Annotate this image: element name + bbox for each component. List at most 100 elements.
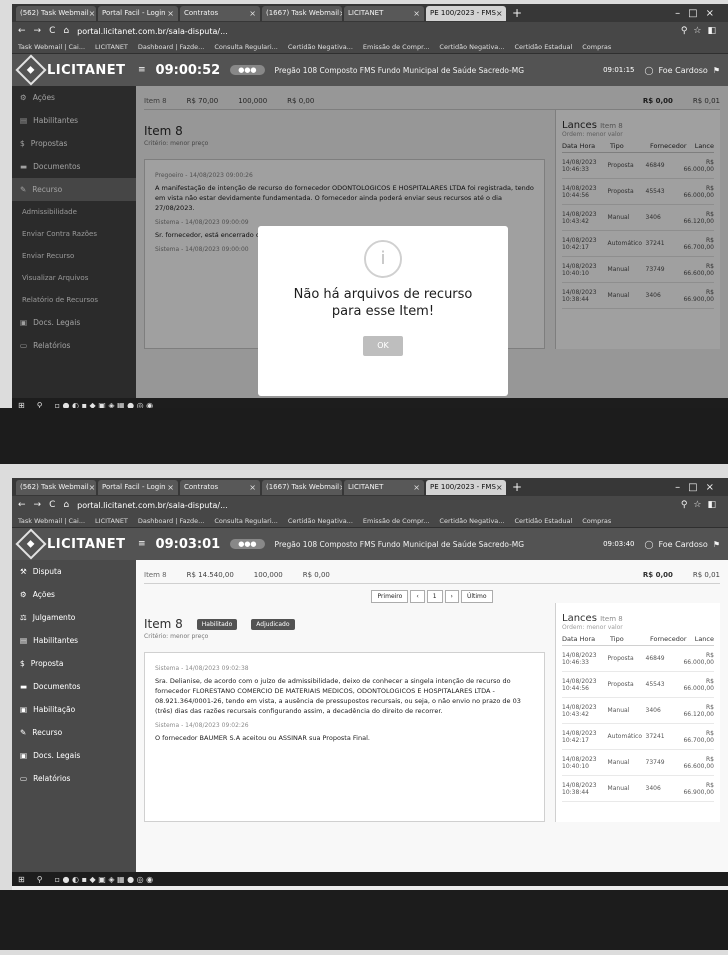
scale-icon: ⚖ [20,613,27,622]
browser-toolbar-icons[interactable]: ⚲☆◧ [681,500,722,510]
browser-tab[interactable]: (1667) Task Webmail× [262,5,342,21]
bookmark[interactable]: Consulta Regulari... [214,43,277,51]
bookmark[interactable]: Emissão de Compr... [363,43,429,51]
bookmark[interactable]: Task Webmail | Cai... [18,517,85,525]
search-icon[interactable]: ⚲ [37,401,43,409]
forward-icon[interactable]: → [34,26,42,36]
browser-tab-active[interactable]: PE 100/2023 - FMS × [426,479,506,495]
browser-tab[interactable]: Portal Facil - Login × [98,5,178,21]
user-icon: ◯ [644,539,654,549]
back-icon[interactable]: ← [18,26,26,36]
new-tab-icon[interactable]: + [512,6,522,20]
close-icon[interactable]: × [249,9,256,18]
browser-toolbar-icons[interactable]: ⚲☆◧ [681,26,722,36]
user-menu[interactable]: ◯ Foe Cardoso ⚑ [645,66,720,75]
table-row: 14/08/2023 10:42:17 Automático 37241 R$ 66.… [562,724,714,750]
bookmark[interactable]: Certidão Estadual [514,43,572,51]
tab-label: Portal Facil - Login [102,9,166,17]
home-icon[interactable]: ⌂ [63,26,69,36]
windows-start-icon[interactable]: ⊞ [18,875,25,884]
chat-messages[interactable]: Sistema - 14/08/2023 09:02:38 Sra. Delia… [144,652,545,822]
close-icon[interactable]: × [89,9,96,18]
bookmark[interactable]: Certidão Negativa... [288,43,353,51]
bookmark[interactable]: Task Webmail | Cai... [18,43,85,51]
bookmark[interactable]: Certidão Estadual [514,517,572,525]
url-field[interactable]: portal.licitanet.com.br/sala-disputa/... [77,27,228,36]
taskbar-apps[interactable]: ▫ ● ◐ ▪ ◆ ▣ ◈ ▦ ● ◎ ◉ [55,401,154,409]
pager-first-button[interactable]: Primeiro [371,590,409,603]
sidebar-item-julgamento[interactable]: ⚖ Julgamento [12,606,136,629]
bookmark[interactable]: Certidão Negativa... [288,517,353,525]
cell: Automático [607,733,642,740]
bookmark[interactable]: Dashboard | Fazde... [138,517,204,525]
session-timer: 09:03:01 [155,536,221,552]
window-controls[interactable]: –□× [675,8,728,19]
browser-tab[interactable]: Portal Facil - Login × [98,479,178,495]
cell: R$ 66.700,00 [683,729,714,744]
pager-page-button[interactable]: 1 [426,590,443,603]
reload-icon[interactable]: C [49,500,55,510]
sidebar-item-habilitantes[interactable]: ▤ Habilitantes [12,629,136,652]
close-icon[interactable]: × [339,9,342,18]
close-icon[interactable]: × [167,9,174,18]
browser-tab[interactable]: (1667) Task Webmail× [262,479,342,495]
taskbar-apps[interactable]: ▫ ● ◐ ▪ ◆ ▣ ◈ ▦ ● ◎ ◉ [55,875,154,884]
bookmark[interactable]: Certidão Negativa... [439,43,504,51]
close-icon[interactable]: × [496,9,503,18]
pager-prev-button[interactable]: ‹ [410,590,425,603]
browser-tab[interactable]: Contratos × [180,479,260,495]
lances-title-text: Lances [562,613,597,624]
browser-tab[interactable]: (562) Task Webmail × [16,5,96,21]
ok-button[interactable]: OK [363,336,403,356]
bookmark[interactable]: Compras [582,517,611,525]
url-field[interactable]: portal.licitanet.com.br/sala-disputa/... [77,501,228,510]
windows-start-icon[interactable]: ⊞ [18,401,25,409]
search-icon[interactable]: ⚲ [37,875,43,884]
close-icon[interactable]: × [339,483,342,492]
sidebar-item-acoes[interactable]: ⚙ Ações [12,583,136,606]
browser-tab-active[interactable]: PE 100/2023 - FMS × [426,5,506,21]
sidebar-item-habilitacao[interactable]: ▣ Habilitação [12,698,136,721]
bookmark[interactable]: Dashboard | Fazde... [138,43,204,51]
lances-item: Item 8 [600,615,623,623]
close-icon[interactable]: × [89,483,96,492]
reload-icon[interactable]: C [49,26,55,36]
pager-last-button[interactable]: Último [460,590,493,603]
forward-icon[interactable]: → [34,500,42,510]
close-icon[interactable]: × [167,483,174,492]
bookmark[interactable]: LICITANET [95,43,128,51]
back-icon[interactable]: ← [18,500,26,510]
browser-tab[interactable]: Contratos × [180,5,260,21]
bookmark[interactable]: LICITANET [95,517,128,525]
bookmark[interactable]: Compras [582,43,611,51]
bookmark[interactable]: Consulta Regulari... [214,517,277,525]
pencil-icon: ✎ [20,728,27,737]
bookmark[interactable]: Certidão Negativa... [439,517,504,525]
browser-tab[interactable]: (562) Task Webmail × [16,479,96,495]
item-unit: R$ 0,00 [302,570,330,579]
user-menu[interactable]: ◯ Foe Cardoso ⚑ [645,540,720,549]
menu-icon[interactable]: ≡ [138,539,146,549]
sidebar-item-docs-legais[interactable]: ▣ Docs. Legais [12,744,136,767]
user-icon: ◯ [644,65,654,75]
sidebar-item-proposta[interactable]: $ Proposta [12,652,136,675]
close-icon[interactable]: × [496,483,503,492]
window-controls[interactable]: –□× [675,482,728,493]
menu-icon[interactable]: ≡ [138,65,146,75]
close-icon[interactable]: × [413,483,420,492]
close-icon[interactable]: × [413,9,420,18]
pager-next-button[interactable]: › [444,590,459,603]
bookmark[interactable]: Emissão de Compr... [363,517,429,525]
logo-mark-icon: ◆ [15,54,47,86]
home-icon[interactable]: ⌂ [63,500,69,510]
logo-text: LICITANET [47,62,126,78]
sidebar-item-disputa[interactable]: ⚒ Disputa [12,560,136,583]
browser-tab[interactable]: LICITANET × [344,5,424,21]
sidebar-label: Docs. Legais [33,751,81,760]
close-icon[interactable]: × [249,483,256,492]
browser-tab[interactable]: LICITANET × [344,479,424,495]
sidebar-item-recurso[interactable]: ✎ Recurso [12,721,136,744]
sidebar-item-relatorios[interactable]: ▭ Relatórios [12,767,136,790]
sidebar-item-documentos[interactable]: ▬ Documentos [12,675,136,698]
new-tab-icon[interactable]: + [512,480,522,494]
